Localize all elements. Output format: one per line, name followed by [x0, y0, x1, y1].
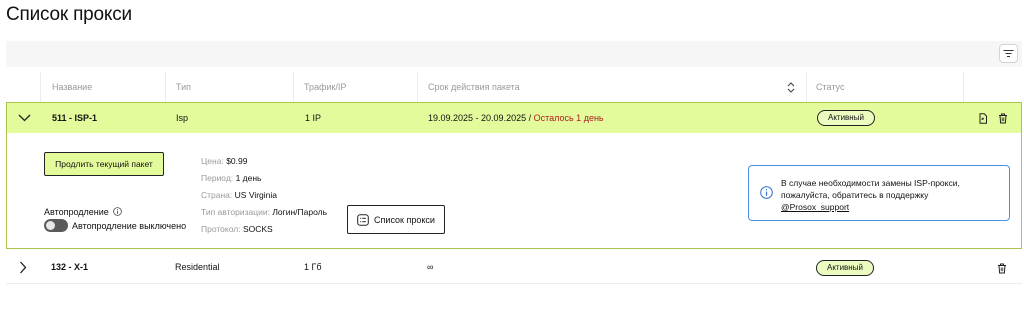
filter-button[interactable] — [999, 44, 1018, 63]
price-value: $0.99 — [226, 156, 248, 166]
period-remaining: Осталось 1 день — [533, 113, 604, 123]
package-info: Цена: $0.99 Период: 1 день Страна: US Vi… — [201, 153, 327, 238]
chevron-right-icon[interactable] — [18, 261, 28, 274]
table-header: Название Тип Трафик/IP Срок действия пак… — [6, 72, 1022, 102]
auth-label: Тип авторизации: — [201, 207, 270, 217]
autorenew-toggle[interactable] — [44, 219, 68, 232]
status-badge: Активный — [816, 260, 874, 276]
price-label: Цена: — [201, 156, 224, 166]
file-icon[interactable] — [977, 112, 989, 124]
proxy-list-label: Список прокси — [374, 214, 435, 225]
period-dates: 19.09.2025 - 20.09.2025 — [428, 113, 527, 123]
autorenew-heading: Автопродление — [44, 207, 123, 217]
period-value: 1 день — [235, 173, 262, 183]
trash-icon[interactable] — [997, 112, 1009, 124]
page-title: Список прокси — [6, 4, 132, 25]
country-value: US Virginia — [234, 190, 278, 200]
table-row[interactable]: 511 - ISP-1 Isp 1 IP 19.09.2025 - 20.09.… — [6, 102, 1022, 133]
row-details: Продлить текущий пакет Цена: $0.99 Перио… — [6, 133, 1022, 249]
trash-icon[interactable] — [996, 262, 1008, 274]
row-traffic: 1 IP — [305, 113, 322, 123]
autorenew-label: Автопродление — [44, 207, 109, 217]
row-period: ∞ — [427, 262, 434, 272]
autorenew-row: Автопродление выключено — [44, 219, 186, 232]
row-traffic: 1 Гб — [304, 262, 322, 272]
period-separator: / — [526, 113, 534, 123]
chevron-down-icon[interactable] — [17, 112, 31, 124]
column-header-name[interactable]: Название — [52, 72, 92, 102]
support-link[interactable]: @Prosox_support — [781, 201, 999, 213]
status-badge: Активный — [817, 110, 875, 126]
period-label: Период: — [201, 173, 234, 183]
info-icon[interactable] — [113, 207, 123, 216]
row-type: Isp — [176, 113, 189, 123]
auth-value: Логин/Пароль — [272, 207, 328, 217]
filter-icon — [1003, 50, 1014, 57]
support-notice: В случае необходимости замены ISP-прокси… — [748, 165, 1010, 221]
row-period: 19.09.2025 - 20.09.2025 / Осталось 1 ден… — [428, 103, 604, 134]
extend-package-button[interactable]: Продлить текущий пакет — [44, 152, 164, 176]
column-header-type[interactable]: Тип — [176, 72, 191, 102]
protocol-value: SOCKS — [242, 224, 273, 234]
country-label: Страна: — [201, 190, 233, 200]
row-type: Residential — [175, 262, 220, 272]
list-icon — [357, 213, 369, 226]
column-header-status[interactable]: Статус — [816, 72, 844, 102]
table-toolbar — [6, 41, 1022, 67]
column-header-period[interactable]: Срок действия пакета — [428, 72, 520, 102]
autorenew-state: Автопродление выключено — [72, 220, 187, 231]
column-header-traffic[interactable]: Трафик/IP — [304, 72, 346, 102]
table-row[interactable]: 132 - X-1 Residential 1 Гб ∞ Активный — [6, 251, 1022, 284]
protocol-label: Протокол: — [201, 224, 241, 234]
row-name: 132 - X-1 — [51, 262, 89, 272]
row-name: 511 - ISP-1 — [52, 113, 98, 123]
sort-icon[interactable] — [785, 81, 797, 93]
proxy-list-button[interactable]: Список прокси — [347, 205, 445, 234]
info-circle-icon — [760, 186, 773, 199]
notice-text: В случае необходимости замены ISP-прокси… — [781, 178, 960, 200]
